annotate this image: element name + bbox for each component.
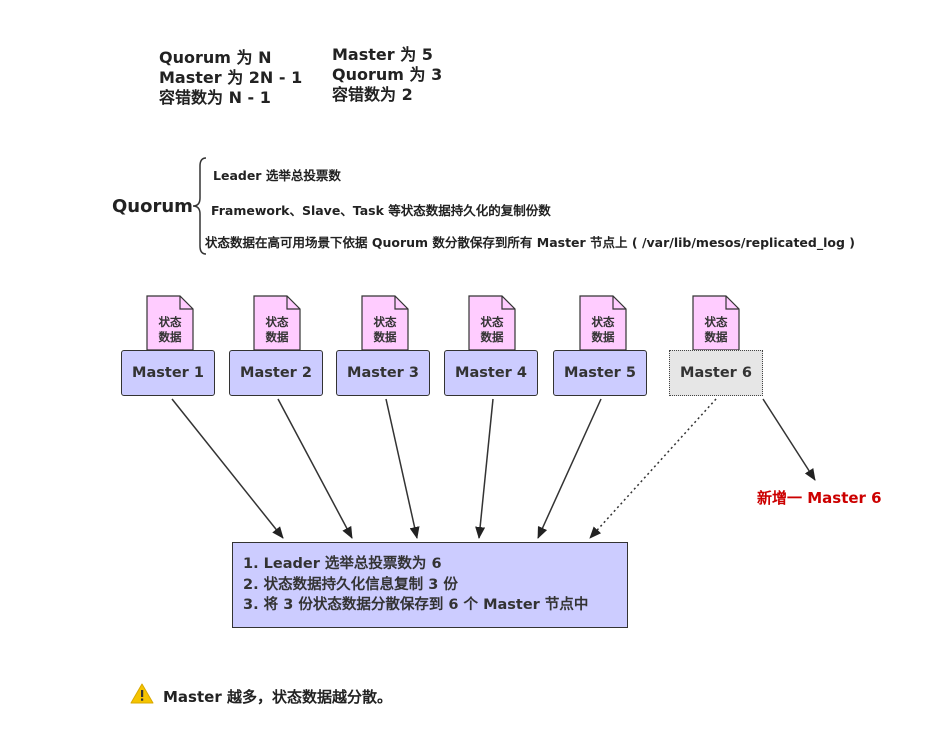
arrow-master-4	[475, 398, 494, 539]
arrow-new-master	[762, 398, 816, 481]
summary-line: 2. 状态数据持久化信息复制 3 份	[243, 576, 458, 593]
state-doc-label: 状态 数据	[704, 315, 728, 344]
arrow-master-6	[589, 398, 717, 539]
master-node-4[interactable]: Master 4	[444, 350, 538, 396]
arrow-master-3	[385, 398, 420, 539]
state-doc-label: 状态 数据	[480, 315, 504, 344]
new-master-label: 新增一 Master 6	[757, 489, 882, 507]
state-doc-label: 状态 数据	[265, 315, 289, 344]
warning-icon	[130, 683, 154, 704]
state-doc-label: 状态 数据	[158, 315, 182, 344]
arrow-master-2	[277, 398, 353, 539]
master-node-6-new[interactable]: Master 6	[669, 350, 763, 396]
summary-box: 1. Leader 选举总投票数为 6 2. 状态数据持久化信息复制 3 份 3…	[232, 542, 628, 628]
master-node-5[interactable]: Master 5	[553, 350, 647, 396]
master-node-1[interactable]: Master 1	[121, 350, 215, 396]
arrow-master-5	[537, 398, 602, 539]
state-doc-label: 状态 数据	[591, 315, 615, 344]
master-node-2[interactable]: Master 2	[229, 350, 323, 396]
summary-line: 1. Leader 选举总投票数为 6	[243, 556, 442, 572]
footer-note: Master 越多，状态数据越分散。	[163, 688, 392, 706]
summary-line: 3. 将 3 份状态数据分散保存到 6 个 Master 节点中	[243, 597, 589, 613]
master-node-3[interactable]: Master 3	[336, 350, 430, 396]
arrow-master-1	[171, 398, 284, 539]
state-doc-label: 状态 数据	[373, 315, 397, 344]
